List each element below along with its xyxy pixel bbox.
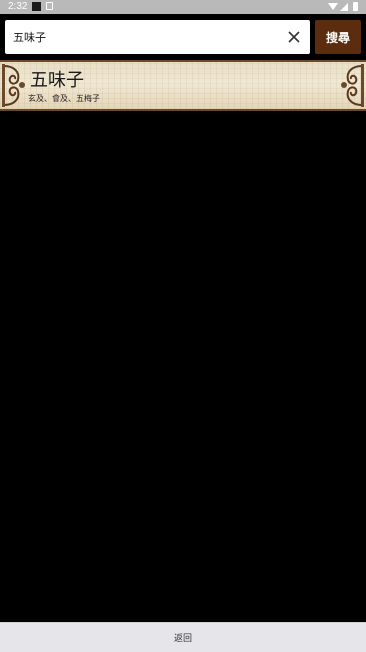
- search-input[interactable]: [5, 20, 275, 54]
- status-bar: 2:32: [0, 0, 366, 14]
- battery-icon: [353, 2, 358, 11]
- signal-icon: [340, 3, 348, 11]
- status-time: 2:32: [8, 1, 28, 12]
- search-box: [5, 20, 310, 54]
- search-header: 搜尋: [0, 14, 366, 60]
- bottom-bar: 返回: [0, 622, 366, 652]
- back-button[interactable]: 返回: [0, 623, 366, 652]
- notification-badge-icon: [46, 2, 53, 10]
- ornament-right-icon: [341, 64, 364, 107]
- ornament-left-icon: [2, 64, 25, 107]
- result-subtitle: 玄及、會及、五梅子: [28, 94, 100, 103]
- clear-icon[interactable]: [286, 29, 302, 45]
- notification-square-icon: [32, 2, 41, 11]
- result-title: 五味子: [30, 70, 84, 91]
- result-card[interactable]: 五味子 玄及、會及、五梅子: [0, 60, 366, 111]
- wifi-icon: [328, 3, 338, 10]
- search-button[interactable]: 搜尋: [315, 20, 361, 54]
